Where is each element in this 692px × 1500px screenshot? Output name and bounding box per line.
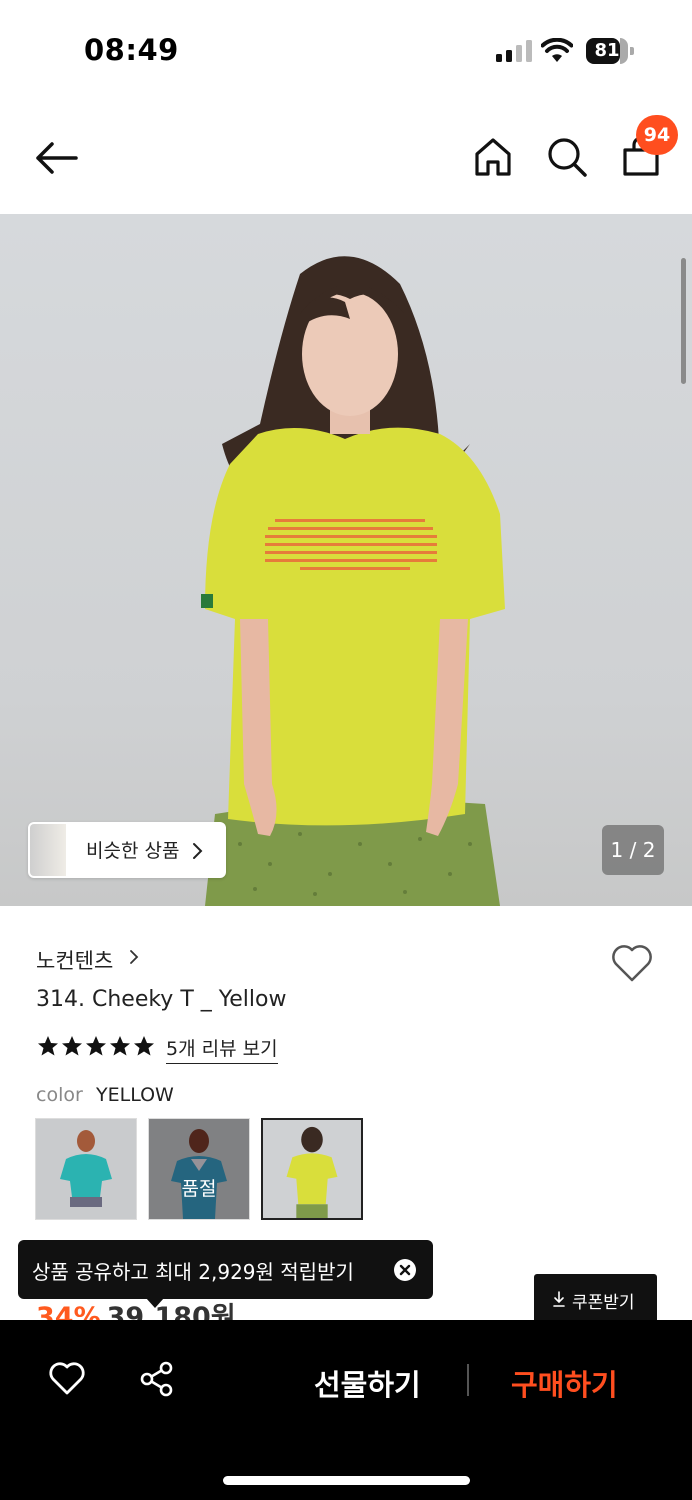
image-page-indicator: 1 / 2 xyxy=(602,825,664,875)
star-icon xyxy=(38,1036,58,1056)
status-time: 08:49 xyxy=(84,33,179,67)
share-reward-text: 상품 공유하고 최대 2,929원 적립받기 xyxy=(32,1260,354,1284)
color-swatch-teal[interactable] xyxy=(35,1118,137,1220)
similar-products-label: 비슷한 상품 xyxy=(86,840,180,862)
sale-price: 39,180원 xyxy=(106,1302,236,1320)
top-nav xyxy=(0,108,692,208)
star-icon xyxy=(62,1036,82,1056)
color-option-label: color xyxy=(36,1084,83,1106)
coupon-button[interactable]: 쿠폰받기 xyxy=(534,1274,657,1324)
product-title: 314. Cheeky T _ Yellow xyxy=(36,987,287,1012)
brand-link[interactable]: 노컨텐츠 xyxy=(36,945,113,975)
discount-percent: 34% xyxy=(36,1302,101,1320)
swatch-photo xyxy=(36,1119,136,1219)
color-swatch-blue[interactable]: 품절 xyxy=(148,1118,250,1220)
wifi-icon xyxy=(541,38,573,62)
search-icon[interactable] xyxy=(544,134,590,180)
home-indicator[interactable] xyxy=(223,1476,470,1485)
chevron-right-icon xyxy=(193,843,203,859)
star-icon xyxy=(134,1036,154,1056)
back-arrow-icon[interactable] xyxy=(32,138,80,178)
scroll-indicator xyxy=(681,258,686,384)
rating-stars xyxy=(36,1034,156,1060)
home-icon[interactable] xyxy=(470,134,516,180)
status-bar: 08:49 81 xyxy=(0,0,692,100)
battery-icon: 81 xyxy=(586,38,634,64)
brand-chevron-icon xyxy=(130,950,139,964)
similar-products-button[interactable]: 비슷한 상품 xyxy=(28,822,226,878)
cart-count-badge: 94 xyxy=(636,115,678,155)
product-image[interactable] xyxy=(0,214,692,906)
price: 34% 39,180원 xyxy=(36,1298,236,1320)
bottom-action-bar xyxy=(0,1320,692,1500)
color-option-value: YELLOW xyxy=(96,1084,174,1106)
product-photo xyxy=(201,256,505,906)
share-icon[interactable] xyxy=(138,1360,176,1398)
coupon-label: 쿠폰받기 xyxy=(572,1293,635,1313)
review-link[interactable]: 5개 리뷰 보기 xyxy=(166,1034,278,1064)
wishlist-heart-icon[interactable] xyxy=(608,940,656,984)
signal-icon xyxy=(496,40,532,62)
soldout-overlay: 품절 xyxy=(149,1119,249,1219)
tooltip-arrow xyxy=(146,1298,164,1308)
download-icon xyxy=(553,1291,565,1307)
buy-button[interactable]: 구매하기 xyxy=(511,1362,618,1404)
battery-level: 81 xyxy=(594,40,620,61)
gift-button[interactable]: 선물하기 xyxy=(314,1362,421,1404)
close-icon[interactable] xyxy=(393,1258,417,1282)
like-heart-icon[interactable] xyxy=(48,1360,86,1396)
share-reward-tooltip: 상품 공유하고 최대 2,929원 적립받기 xyxy=(18,1240,433,1299)
bar-divider xyxy=(467,1364,469,1396)
star-icon xyxy=(110,1036,130,1056)
similar-thumbnail xyxy=(30,824,66,876)
star-icon xyxy=(86,1036,106,1056)
swatch-photo xyxy=(263,1120,361,1218)
color-swatch-yellow[interactable] xyxy=(261,1118,363,1220)
